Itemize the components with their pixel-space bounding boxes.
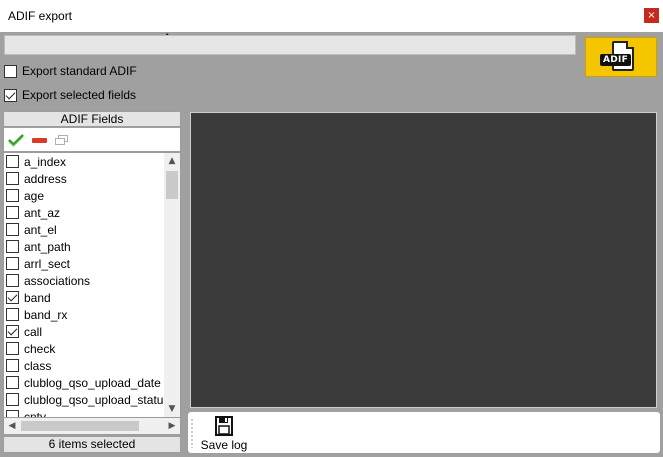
field-checkbox[interactable] [6, 155, 19, 168]
field-label: ant_path [24, 239, 71, 254]
scroll-right-icon[interactable]: ▶ [164, 418, 180, 434]
field-checkbox[interactable] [6, 325, 19, 338]
title-bar: ADIF export × [0, 0, 663, 32]
export-selected-label: Export selected fields [22, 88, 137, 102]
export-progress-bar [4, 35, 576, 55]
window-title: ADIF export [8, 9, 73, 23]
floppy-disk-icon [215, 416, 233, 436]
field-checkbox[interactable] [6, 342, 19, 355]
field-checkbox[interactable] [6, 223, 19, 236]
vertical-scrollbar[interactable]: ▲ ▼ [164, 153, 180, 417]
field-label: associations [24, 273, 91, 288]
save-log-button[interactable]: Save log [199, 414, 249, 452]
field-checkbox[interactable] [6, 359, 19, 372]
field-item[interactable]: a_index [4, 153, 164, 170]
bottom-toolbar: Save log [188, 412, 660, 453]
save-log-label: Save log [200, 438, 248, 452]
field-item[interactable]: band [4, 289, 164, 306]
field-item[interactable]: cnty [4, 408, 164, 418]
field-label: address [24, 171, 67, 186]
field-item[interactable]: ant_path [4, 238, 164, 255]
field-item[interactable]: ant_az [4, 204, 164, 221]
field-item[interactable]: band_rx [4, 306, 164, 323]
preview-area [190, 112, 657, 408]
field-label: cnty [24, 409, 47, 418]
field-item[interactable]: call [4, 323, 164, 340]
field-label: ant_az [24, 205, 61, 220]
field-checkbox[interactable] [6, 206, 19, 219]
field-label: class [24, 358, 52, 373]
field-label: age [24, 188, 45, 203]
windows-icon[interactable] [54, 133, 70, 147]
field-checkbox[interactable] [6, 240, 19, 253]
field-item[interactable]: age [4, 187, 164, 204]
field-item[interactable]: arrl_sect [4, 255, 164, 272]
fields-list[interactable]: a_indexaddress age ant_az ant_el ant_patharr… [3, 152, 181, 418]
export-standard-label: Export standard ADIF [22, 64, 137, 78]
export-standard-checkbox[interactable] [4, 64, 17, 78]
fields-list-items: a_indexaddress age ant_az ant_el ant_patharr… [4, 153, 164, 418]
field-label: arrl_sect [24, 256, 71, 271]
field-checkbox[interactable] [6, 274, 19, 287]
horizontal-scrollbar[interactable]: ◀ ▶ [3, 418, 181, 435]
horizontal-scroll-thumb[interactable] [21, 421, 139, 431]
field-checkbox[interactable] [6, 291, 19, 304]
field-item[interactable]: class [4, 357, 164, 374]
field-label: clublog_qso_upload_status [24, 392, 164, 407]
toolbar-grip [191, 418, 193, 448]
field-checkbox[interactable] [6, 257, 19, 270]
field-checkbox[interactable] [6, 189, 19, 202]
field-label: clublog_qso_upload_date [24, 375, 161, 390]
field-label: a_index [24, 154, 67, 169]
field-item[interactable]: check [4, 340, 164, 357]
field-item[interactable]: address [4, 170, 164, 187]
adif-logo-text: ADIF [600, 54, 632, 66]
remove-icon[interactable] [31, 133, 47, 147]
close-button[interactable]: × [644, 8, 659, 23]
field-label: check [24, 341, 56, 356]
field-checkbox[interactable] [6, 410, 19, 417]
field-label: band [24, 290, 51, 305]
scroll-up-icon[interactable]: ▲ [164, 153, 180, 169]
field-label: band_rx [24, 307, 68, 322]
field-item[interactable]: ant_el [4, 221, 164, 238]
field-label: call [24, 324, 43, 339]
export-selected-option[interactable]: Export selected fields [4, 87, 136, 103]
check-all-icon[interactable] [8, 133, 24, 147]
field-item[interactable]: associations [4, 272, 164, 289]
export-standard-option[interactable]: Export standard ADIF [4, 63, 137, 79]
field-item[interactable]: clublog_qso_upload_date [4, 374, 164, 391]
field-checkbox[interactable] [6, 308, 19, 321]
export-selected-checkbox[interactable] [4, 88, 17, 102]
selection-status: 6 items selected [3, 436, 181, 453]
adif-logo: ADIF [585, 37, 657, 77]
vertical-scroll-thumb[interactable] [166, 171, 178, 199]
scroll-down-icon[interactable]: ▼ [164, 401, 180, 417]
fields-panel-header: ADIF Fields [3, 111, 181, 127]
field-checkbox[interactable] [6, 393, 19, 406]
fields-toolbar [3, 128, 181, 152]
field-checkbox[interactable] [6, 172, 19, 185]
field-checkbox[interactable] [6, 376, 19, 389]
field-label: ant_el [24, 222, 57, 237]
field-item[interactable]: clublog_qso_upload_status [4, 391, 164, 408]
scroll-left-icon[interactable]: ◀ [4, 418, 20, 434]
